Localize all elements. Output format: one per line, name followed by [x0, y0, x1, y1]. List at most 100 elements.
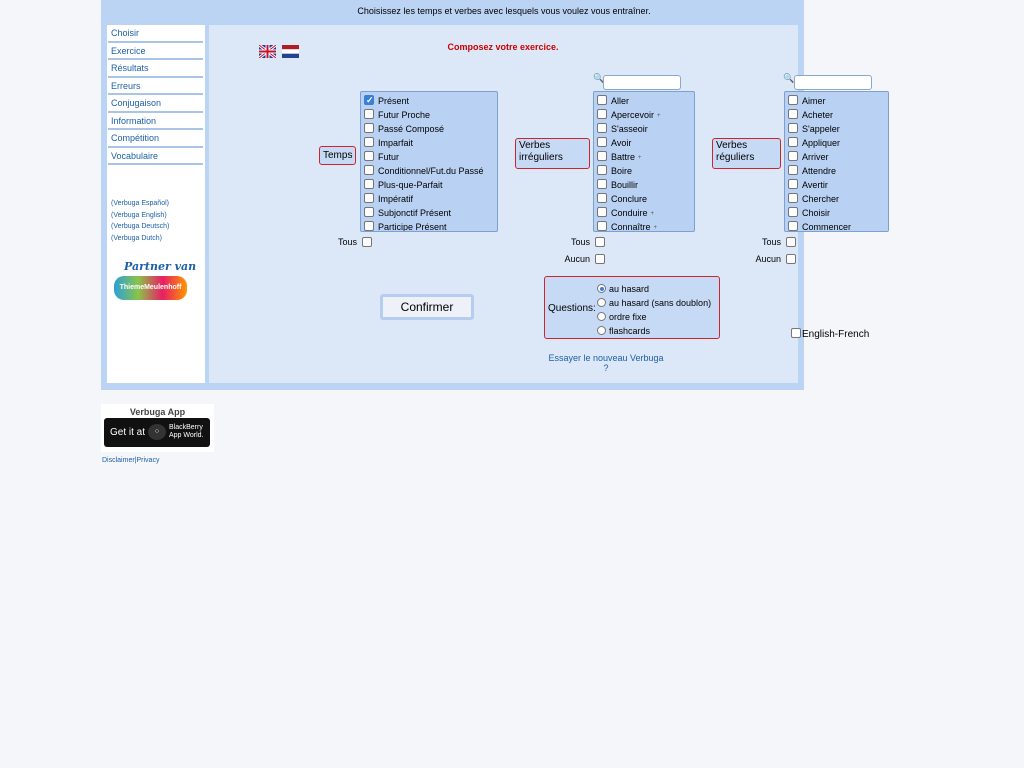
language-link[interactable]: (Verbuga Deutsch): [107, 221, 205, 233]
regular-verb-option[interactable]: Chercher: [788, 192, 888, 206]
sidebar-item-conjugaison[interactable]: Conjugaison: [108, 95, 203, 113]
tense-option-checkbox[interactable]: [364, 207, 374, 217]
irregular-tous-checkbox[interactable]: [595, 237, 605, 247]
irregular-verb-option[interactable]: Bouillir: [597, 178, 694, 192]
tense-option-checkbox[interactable]: [364, 221, 374, 231]
regular-search-input[interactable]: [794, 75, 872, 90]
irregular-verb-option-checkbox[interactable]: [597, 109, 607, 119]
sidebar-item-resultats[interactable]: Résultats: [108, 60, 203, 78]
irregular-verb-option[interactable]: Boire: [597, 164, 694, 178]
irregular-aucun-label: Aucun: [564, 254, 590, 264]
regular-verb-option-checkbox[interactable]: [788, 109, 798, 119]
regular-verb-option[interactable]: S'appeler: [788, 122, 888, 136]
uk-flag-icon[interactable]: [258, 43, 277, 60]
tense-option-checkbox[interactable]: [364, 193, 374, 203]
tense-option[interactable]: Participe Présent: [364, 220, 497, 231]
regular-verb-option-checkbox[interactable]: [788, 221, 798, 231]
tense-option[interactable]: Imparfait: [364, 136, 497, 150]
regular-verb-option[interactable]: Appliquer: [788, 136, 888, 150]
regular-aucun-checkbox[interactable]: [786, 254, 796, 264]
language-link[interactable]: (Verbuga Español): [107, 198, 205, 210]
irregular-verb-option[interactable]: Avoir: [597, 136, 694, 150]
irregular-verb-option-checkbox[interactable]: [597, 179, 607, 189]
regular-verb-option[interactable]: Choisir: [788, 206, 888, 220]
irregular-verb-option[interactable]: Connaître +: [597, 220, 694, 231]
irregular-verb-option[interactable]: Apercevoir +: [597, 108, 694, 122]
regular-verb-option-checkbox[interactable]: [788, 165, 798, 175]
irregular-verb-option-checkbox[interactable]: [597, 137, 607, 147]
irregular-search-input[interactable]: [603, 75, 681, 90]
tense-option[interactable]: Futur Proche: [364, 108, 497, 122]
tense-option-checkbox[interactable]: [364, 137, 374, 147]
regular-verb-option-checkbox[interactable]: [788, 137, 798, 147]
tenses-tous-checkbox[interactable]: [362, 237, 372, 247]
regular-verb-option-checkbox[interactable]: [788, 123, 798, 133]
tense-option[interactable]: Passé Composé: [364, 122, 497, 136]
tense-option-checkbox[interactable]: [364, 123, 374, 133]
regular-verb-option[interactable]: Avertir: [788, 178, 888, 192]
irregular-verb-option[interactable]: Conclure: [597, 192, 694, 206]
regular-verb-option-checkbox[interactable]: [788, 95, 798, 105]
sidebar-item-information[interactable]: Information: [108, 113, 203, 130]
regular-verb-option[interactable]: Arriver: [788, 150, 888, 164]
tense-option-checkbox[interactable]: [364, 151, 374, 161]
language-link[interactable]: (Verbuga English): [107, 210, 205, 222]
tense-option[interactable]: Conditionnel/Fut.du Passé: [364, 164, 497, 178]
regular-verb-option-checkbox[interactable]: [788, 179, 798, 189]
confirm-button[interactable]: Confirmer: [380, 294, 474, 320]
question-order-radio[interactable]: [597, 326, 606, 335]
regular-verb-option[interactable]: Attendre: [788, 164, 888, 178]
question-order-option[interactable]: ordre fixe: [597, 310, 647, 324]
tense-option-checkbox[interactable]: [364, 109, 374, 119]
irregular-verb-option-checkbox[interactable]: [597, 165, 607, 175]
sidebar-item-erreurs[interactable]: Erreurs: [108, 78, 203, 95]
tense-option[interactable]: Subjonctif Présent: [364, 206, 497, 220]
regular-verb-option-checkbox[interactable]: [788, 193, 798, 203]
tense-option-checkbox[interactable]: [364, 179, 374, 189]
regular-verb-option[interactable]: Aimer: [788, 94, 888, 108]
irregular-verb-option[interactable]: Battre +: [597, 150, 694, 164]
language-link[interactable]: (Verbuga Dutch): [107, 233, 205, 245]
question-order-option[interactable]: au hasard: [597, 282, 649, 296]
irregular-verb-option-checkbox[interactable]: [597, 95, 607, 105]
tense-option[interactable]: Impératif: [364, 192, 497, 206]
irregular-verb-option-checkbox[interactable]: [597, 151, 607, 161]
regular-verb-option-checkbox[interactable]: [788, 207, 798, 217]
regular-verb-option[interactable]: Acheter: [788, 108, 888, 122]
tense-option[interactable]: Futur: [364, 150, 497, 164]
partner-logo[interactable]: Partner van ThiemeMeulenhoff: [114, 260, 205, 300]
question-order-radio[interactable]: [597, 284, 606, 293]
question-order-option[interactable]: au hasard (sans doublon): [597, 296, 711, 310]
tense-option-checkbox[interactable]: [364, 165, 374, 175]
regular-verb-option[interactable]: Commencer: [788, 220, 888, 231]
question-order-radio[interactable]: [597, 298, 606, 307]
irregular-verb-option-checkbox[interactable]: [597, 193, 607, 203]
irregular-verb-option-checkbox[interactable]: [597, 123, 607, 133]
english-french-option[interactable]: English-French: [791, 328, 869, 340]
question-order-radio[interactable]: [597, 312, 606, 321]
irregular-verb-option[interactable]: Conduire +: [597, 206, 694, 220]
dutch-flag-icon[interactable]: [282, 45, 299, 58]
tense-option[interactable]: Plus-que-Parfait: [364, 178, 497, 192]
irregular-verb-option-checkbox[interactable]: [597, 207, 607, 217]
tense-option[interactable]: Présent: [364, 93, 497, 108]
regular-verb-option-checkbox[interactable]: [788, 151, 798, 161]
sidebar-item-exercice[interactable]: Exercice: [108, 43, 203, 60]
irregular-verb-option[interactable]: Aller: [597, 94, 694, 108]
disclaimer-link[interactable]: Disclaimer: [102, 457, 135, 464]
sidebar-item-competition[interactable]: Compétition: [108, 130, 203, 148]
irregular-verb-option-checkbox[interactable]: [597, 221, 607, 231]
tense-option-checkbox[interactable]: [364, 93, 374, 107]
regular-tous-checkbox[interactable]: [786, 237, 796, 247]
sidebar-item-choisir[interactable]: Choisir: [108, 25, 203, 43]
blackberry-app-world-button[interactable]: Get it at ⁘ BlackBerry App World.: [104, 418, 210, 447]
try-new-verbuga-link[interactable]: Essayer le nouveau Verbuga ?: [546, 353, 666, 373]
verbuga-app-badge[interactable]: Verbuga App Get it at ⁘ BlackBerry App W…: [101, 404, 214, 452]
question-order-option[interactable]: flashcards: [597, 324, 650, 338]
irregular-aucun-checkbox[interactable]: [595, 254, 605, 264]
privacy-link[interactable]: Privacy: [137, 457, 160, 464]
tenses-list: Présent Futur Proche Passé Composé Imparfai…: [360, 91, 498, 232]
sidebar-item-vocabulaire[interactable]: Vocabulaire: [108, 148, 203, 165]
irregular-verb-option[interactable]: S'asseoir: [597, 122, 694, 136]
english-french-checkbox[interactable]: [791, 328, 801, 338]
